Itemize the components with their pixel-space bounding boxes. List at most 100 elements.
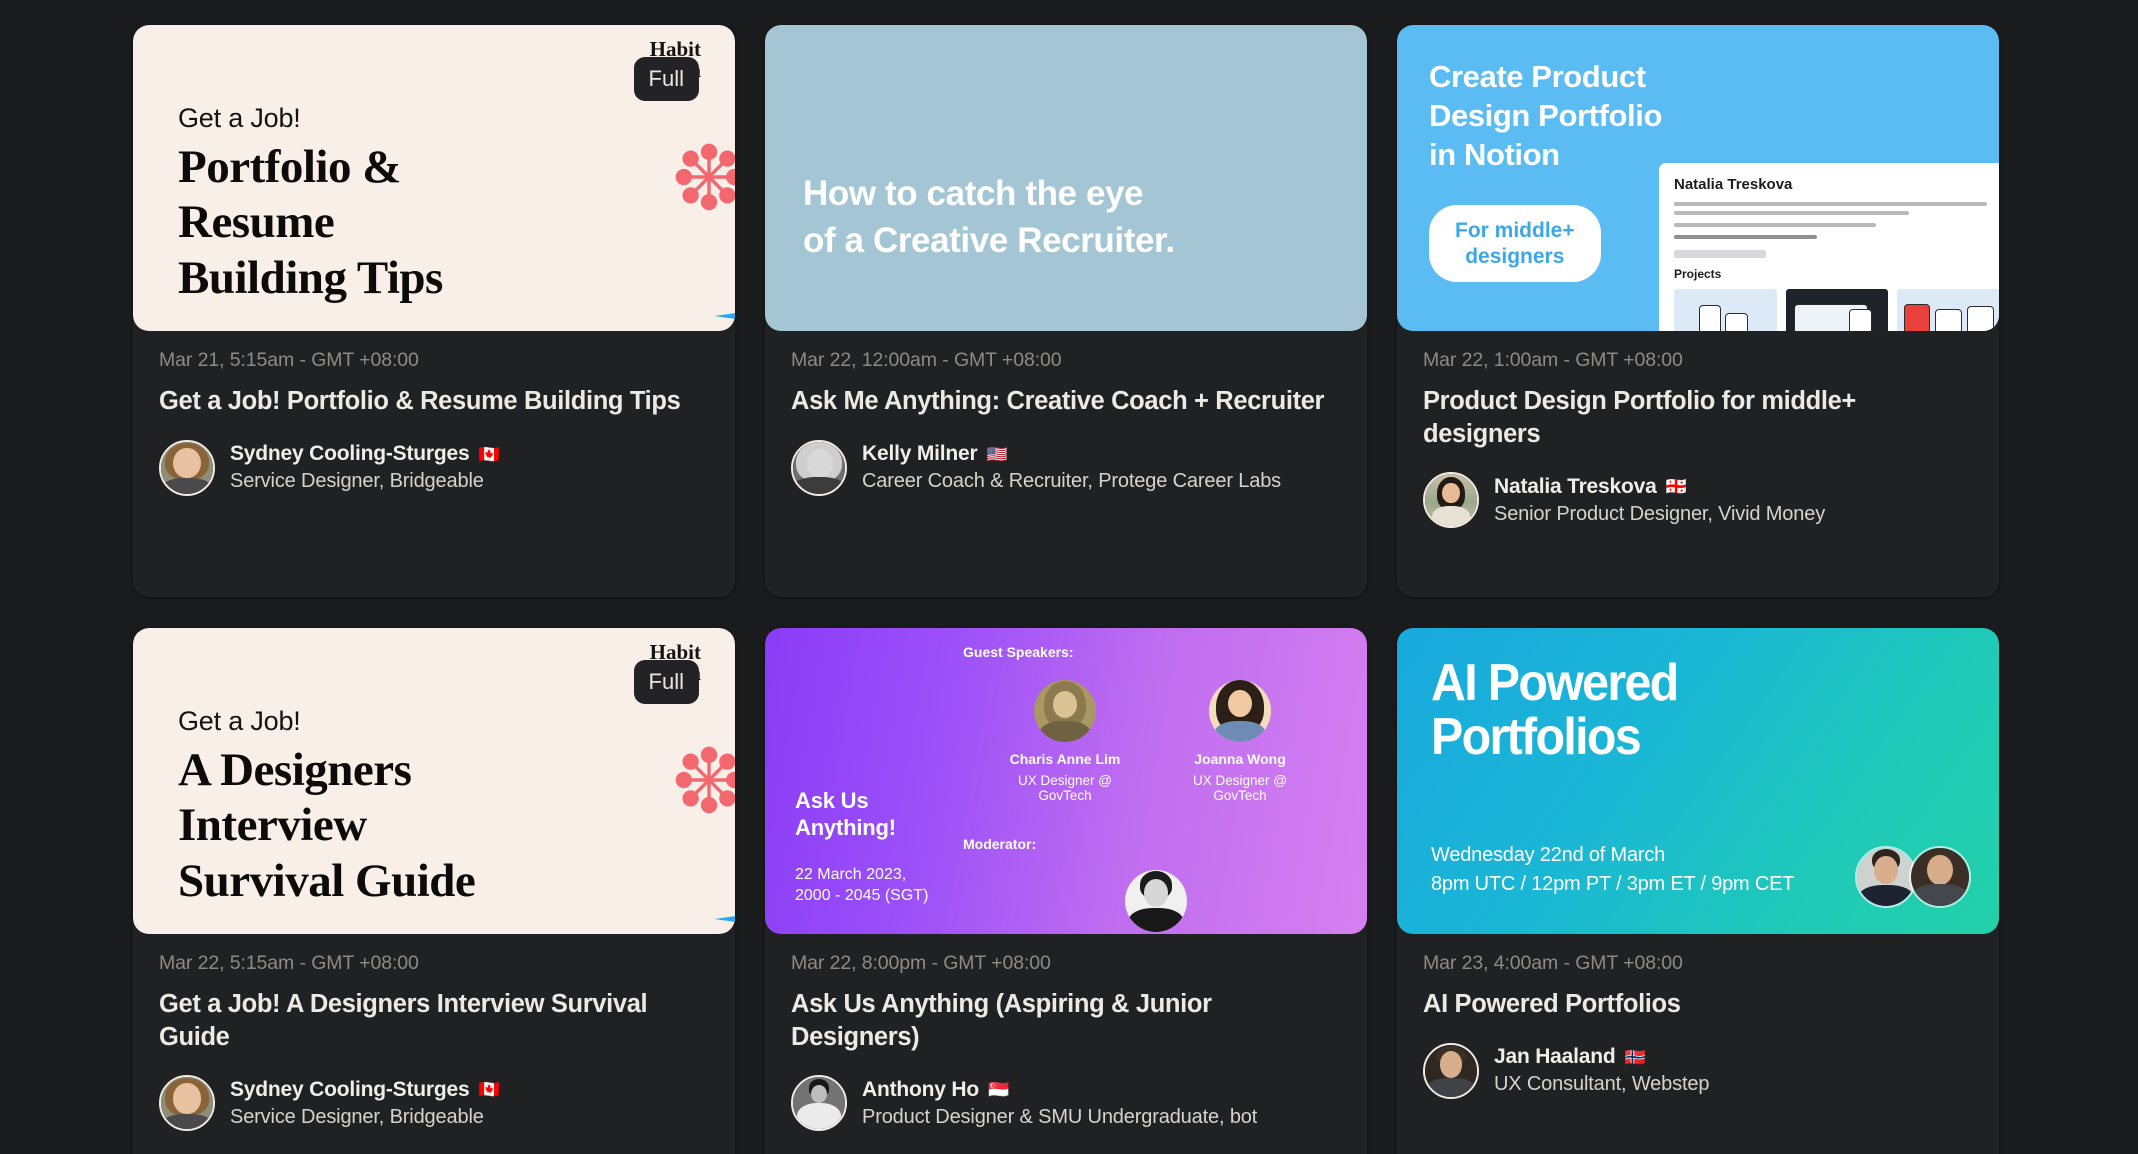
event-date: Mar 22, 8:00pm - GMT +08:00 (791, 952, 1051, 974)
poster-headline-line: Interview (178, 799, 367, 852)
event-title[interactable]: Ask Me Anything: Creative Coach + Recrui… (791, 385, 1341, 418)
poster-blue-flat: How to catch the eye of a Creative Recru… (765, 25, 1367, 331)
speaker-name: Sydney Cooling-Sturges (230, 442, 470, 466)
poster-headline-line: in Notion (1429, 136, 1560, 172)
event-thumbnail[interactable]: Habit Fa Full Get a Job! Portfolio & Res… (133, 25, 735, 331)
event-card[interactable]: Create Product Design Portfolio in Notio… (1397, 25, 1999, 597)
avatar (1423, 472, 1479, 529)
poster-headline-line: Design Portfolio (1429, 97, 1662, 133)
speaker-name-row: Sydney Cooling-Sturges 🇨🇦 (230, 442, 500, 466)
poster-headline-line: AI Powered (1431, 654, 1679, 712)
speaker-name-row: Jan Haaland 🇳🇴 (1494, 1045, 1709, 1069)
audience-pill: For middle+ designers (1429, 205, 1601, 283)
avatar (1034, 680, 1096, 742)
event-thumbnail[interactable]: Habit Fa Full Get a Job! A Designers Int… (133, 628, 735, 934)
poster-headline-line: Survival Guide (178, 854, 476, 907)
notion-project-card (1674, 289, 1777, 331)
guest-role: UX Designer @ GovTech (1018, 772, 1112, 803)
event-title[interactable]: Ask Us Anything (Aspiring & Junior Desig… (791, 988, 1341, 1053)
guest-speaker: Charis Anne Lim UX Designer @ GovTech (990, 680, 1140, 803)
speaker-role: Senior Product Designer, Vivid Money (1494, 502, 1826, 525)
event-title[interactable]: AI Powered Portfolios (1423, 988, 1973, 1021)
poster-headline-line: Portfolios (1431, 708, 1642, 767)
avatar (1909, 846, 1971, 908)
avatar (1125, 870, 1187, 932)
poster-headline-line: Resume (178, 196, 335, 249)
poster-headline-line: Create Product (1429, 59, 1646, 94)
event-thumbnail[interactable]: How to catch the eye of a Creative Recru… (765, 25, 1367, 331)
event-card-grid: Habit Fa Full Get a Job! Portfolio & Res… (0, 0, 2138, 1154)
capacity-badge[interactable]: Full (633, 660, 699, 704)
event-meta: Mar 22, 12:00am - GMT +08:00 Ask Me Anyt… (765, 331, 1367, 496)
poster-headline: Create Product Design Portfolio in Notio… (1429, 58, 1662, 174)
guest-role: UX Designer @ GovTech (1193, 772, 1287, 803)
guest-name: Charis Anne Lim (1009, 751, 1121, 767)
event-meta: Mar 21, 5:15am - GMT +08:00 Get a Job! P… (133, 331, 735, 496)
event-title[interactable]: Product Design Portfolio for middle+ des… (1423, 385, 1973, 450)
speaker-role: Product Designer & SMU Undergraduate, bo… (862, 1105, 1258, 1128)
speaker-name-row: Sydney Cooling-Sturges 🇨🇦 (230, 1078, 500, 1102)
event-card[interactable]: Ask Us Anything! 22 March 2023, 2000 - 2… (765, 628, 1367, 1154)
avatar (791, 439, 847, 496)
poster-datetime-line: 2000 - 2045 (SGT) (795, 886, 929, 904)
poster-headline: Portfolio & Resume Building Tips (178, 140, 443, 306)
guest-name: Joanna Wong (1194, 751, 1286, 767)
poster-datetime-line: 8pm UTC / 12pm PT / 3pm ET / 9pm CET (1431, 872, 1795, 895)
flag-icon: 🇺🇸 (986, 444, 1008, 464)
speaker-row[interactable]: Sydney Cooling-Sturges 🇨🇦 Service Design… (159, 439, 709, 496)
event-thumbnail[interactable]: AI Powered Portfolios Wednesday 22nd of … (1397, 628, 1999, 934)
event-meta: Mar 22, 5:15am - GMT +08:00 Get a Job! A… (133, 934, 735, 1132)
poster-kicker: Get a Job! (178, 103, 301, 133)
poster-datetime: 22 March 2023, 2000 - 2045 (SGT) (795, 864, 928, 906)
poster-headline: A Designers Interview Survival Guide (178, 743, 476, 909)
speaker-role: Career Coach & Recruiter, Protege Career… (862, 470, 1282, 493)
event-date: Mar 22, 12:00am - GMT +08:00 (791, 349, 1062, 371)
event-card[interactable]: Habit Fa Full Get a Job! Portfolio & Res… (133, 25, 735, 597)
capacity-badge[interactable]: Full (633, 57, 699, 101)
notion-project-card (1785, 289, 1889, 331)
avatar (791, 1075, 847, 1132)
audience-pill-line: designers (1465, 244, 1565, 268)
moderator: Anthony Ho (1081, 870, 1231, 934)
event-thumbnail[interactable]: Ask Us Anything! 22 March 2023, 2000 - 2… (765, 628, 1367, 934)
speaker-row[interactable]: Kelly Milner 🇺🇸 Career Coach & Recruiter… (791, 439, 1341, 496)
flower-icon (675, 746, 735, 814)
poster-left-block: Ask Us Anything! 22 March 2023, 2000 - 2… (795, 788, 928, 906)
poster-datetime-line: 22 March 2023, (795, 865, 907, 883)
poster-headline: Ask Us Anything! (795, 788, 928, 842)
speaker-row[interactable]: Jan Haaland 🇳🇴 UX Consultant, Webstep (1423, 1042, 1973, 1099)
guest-speakers-label: Guest Speakers: (963, 644, 1074, 660)
speaker-name: Kelly Milner (862, 442, 978, 466)
speaker-role: Service Designer, Bridgeable (230, 1105, 484, 1128)
event-card[interactable]: AI Powered Portfolios Wednesday 22nd of … (1397, 628, 1999, 1154)
notion-profile-name: Natalia Treskova (1674, 176, 1793, 193)
poster-kicker: Get a Job! (178, 706, 301, 736)
event-thumbnail[interactable]: Create Product Design Portfolio in Notio… (1397, 25, 1999, 331)
avatar (1423, 1042, 1479, 1099)
speaker-row[interactable]: Natalia Treskova 🇬🇪 Senior Product Desig… (1423, 472, 1973, 529)
starburst-icon (714, 293, 735, 331)
event-date: Mar 21, 5:15am - GMT +08:00 (159, 349, 419, 371)
poster-datetime-line: Wednesday 22nd of March (1431, 844, 1666, 867)
speaker-row[interactable]: Sydney Cooling-Sturges 🇨🇦 Service Design… (159, 1075, 709, 1132)
flag-icon: 🇳🇴 (1624, 1047, 1646, 1067)
avatar (1209, 680, 1271, 742)
starburst-icon (714, 896, 735, 934)
notion-section-title: Projects (1674, 267, 1722, 281)
moderator-label: Moderator: (963, 836, 1037, 852)
flag-icon: 🇨🇦 (478, 1080, 500, 1100)
speaker-role: UX Consultant, Webstep (1494, 1073, 1710, 1096)
speaker-name-row: Kelly Milner 🇺🇸 (862, 442, 1281, 466)
avatar (159, 439, 215, 496)
event-date: Mar 22, 5:15am - GMT +08:00 (159, 952, 419, 974)
speaker-name: Anthony Ho (862, 1077, 979, 1101)
event-title[interactable]: Get a Job! Portfolio & Resume Building T… (159, 385, 709, 418)
poster-headline-line: of a Creative Recruiter. (803, 221, 1175, 261)
speaker-row[interactable]: Anthony Ho 🇸🇬 Product Designer & SMU Und… (791, 1075, 1341, 1132)
event-title[interactable]: Get a Job! A Designers Interview Surviva… (159, 988, 709, 1053)
notion-project-card (1897, 289, 1999, 331)
speaker-name: Jan Haaland (1494, 1045, 1616, 1069)
event-card[interactable]: How to catch the eye of a Creative Recru… (765, 25, 1367, 597)
avatar (159, 1075, 215, 1132)
event-card[interactable]: Habit Fa Full Get a Job! A Designers Int… (133, 628, 735, 1154)
